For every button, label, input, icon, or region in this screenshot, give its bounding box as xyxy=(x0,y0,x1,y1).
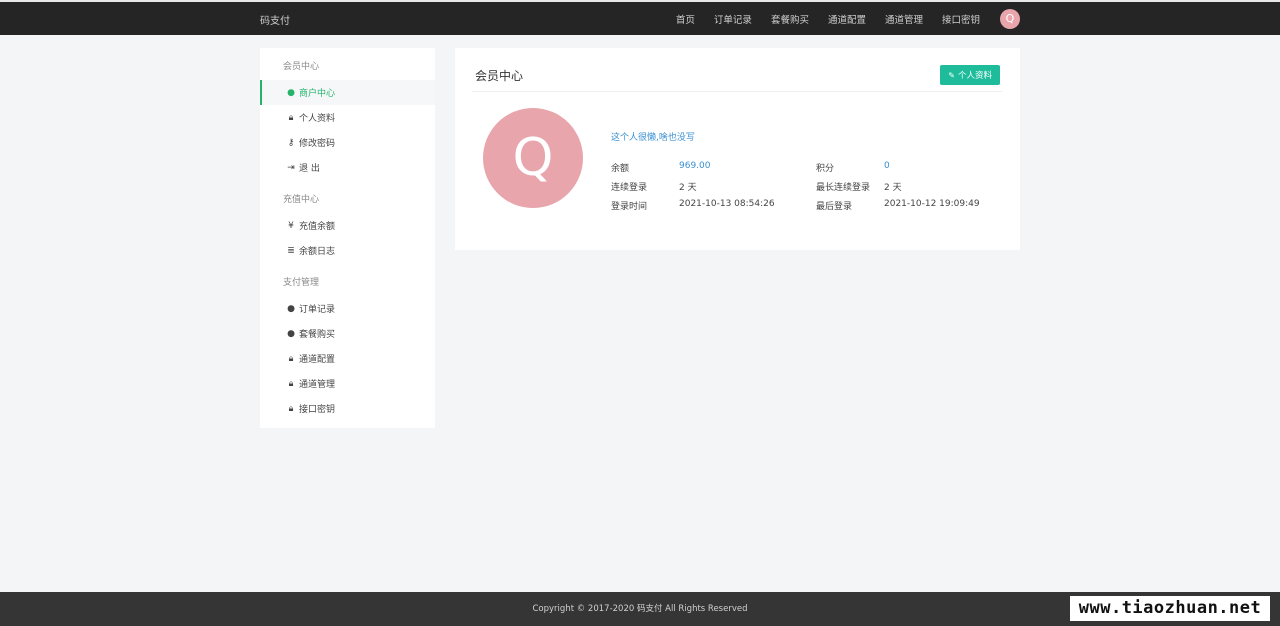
page-title: 会员中心 xyxy=(475,69,524,83)
sidebar-item-recharge[interactable]: ¥ 充值余额 xyxy=(260,213,435,238)
member-center-panel: 会员中心 ✎ 个人资料 Q 这个人很懒,啥也没写 余额 969.00 积分 0 … xyxy=(455,48,1020,250)
brand-logo[interactable]: 码支付 xyxy=(260,12,290,27)
sidebar-group-title: 充值中心 xyxy=(283,195,320,205)
nav-api-key[interactable]: 接口密钥 xyxy=(942,12,980,26)
login-time-label: 登录时间 xyxy=(611,202,648,212)
sidebar-item-label: 接口密钥 xyxy=(299,405,336,415)
key-icon: ⚷ xyxy=(287,137,295,148)
lock-icon: 🔒︎ xyxy=(288,403,294,414)
user-circle-icon: ● xyxy=(287,328,295,339)
consecutive-login-value: 2 天 xyxy=(679,183,697,193)
nav-channel-manage[interactable]: 通道管理 xyxy=(885,12,923,26)
sidebar-item-label: 修改密码 xyxy=(299,139,336,149)
sidebar-item-change-password[interactable]: ⚷ 修改密码 xyxy=(260,130,435,155)
sidebar-item-label: 个人资料 xyxy=(299,114,336,124)
last-login-value: 2021-10-12 19:09:49 xyxy=(884,199,980,209)
points-value[interactable]: 0 xyxy=(884,161,890,171)
sidebar-item-label: 套餐购买 xyxy=(299,330,336,340)
sidebar-item-channel-config[interactable]: 🔒︎ 通道配置 xyxy=(260,346,435,371)
user-circle-icon: ● xyxy=(287,303,295,314)
lock-icon: 🔒︎ xyxy=(288,353,294,364)
sidebar-item-channel-manage[interactable]: 🔒︎ 通道管理 xyxy=(260,371,435,396)
sidebar-item-label: 商户中心 xyxy=(299,89,336,99)
sidebar-item-balance-log[interactable]: ≣ 余额日志 xyxy=(260,238,435,263)
nav-home[interactable]: 首页 xyxy=(676,12,695,26)
list-icon: ≣ xyxy=(287,245,295,256)
login-time-value: 2021-10-13 08:54:26 xyxy=(679,199,775,209)
watermark: www.tiaozhuan.net xyxy=(1070,596,1270,621)
user-circle-icon: ● xyxy=(287,87,295,98)
sidebar-item-logout[interactable]: ⇥ 退 出 xyxy=(260,155,435,180)
last-login-label: 最后登录 xyxy=(816,202,853,212)
pencil-icon: ✎ xyxy=(948,70,955,80)
sidebar-item-package-purchase[interactable]: ● 套餐购买 xyxy=(260,321,435,346)
sidebar-item-order-records[interactable]: ● 订单记录 xyxy=(260,296,435,321)
points-label: 积分 xyxy=(816,164,835,174)
sidebar-item-merchant-center[interactable]: ● 商户中心 xyxy=(260,80,435,105)
user-avatar[interactable]: Q xyxy=(1000,9,1020,29)
sidebar-item-api-key[interactable]: 🔒︎ 接口密钥 xyxy=(260,396,435,421)
sidebar-item-label: 余额日志 xyxy=(299,247,336,257)
edit-profile-label: 个人资料 xyxy=(957,71,992,81)
consecutive-login-label: 连续登录 xyxy=(611,183,648,193)
sidebar-item-profile[interactable]: 🔒︎ 个人资料 xyxy=(260,105,435,130)
edit-profile-button[interactable]: ✎ 个人资料 xyxy=(940,65,1000,85)
nav-packages[interactable]: 套餐购买 xyxy=(771,12,809,26)
sidebar-group-title: 会员中心 xyxy=(283,62,320,72)
longest-login-label: 最长连续登录 xyxy=(816,183,871,193)
yen-icon: ¥ xyxy=(288,220,294,231)
balance-value[interactable]: 969.00 xyxy=(679,161,711,171)
sidebar-item-label: 退 出 xyxy=(299,164,320,174)
top-nav: 首页 订单记录 套餐购买 通道配置 通道管理 接口密钥 xyxy=(657,12,980,26)
sidebar-item-label: 通道配置 xyxy=(299,355,336,365)
sidebar-item-label: 充值余额 xyxy=(299,222,336,232)
lock-icon: 🔒︎ xyxy=(288,378,294,389)
divider xyxy=(472,91,1002,92)
longest-login-value: 2 天 xyxy=(884,183,902,193)
nav-orders[interactable]: 订单记录 xyxy=(714,12,752,26)
nav-channel-config[interactable]: 通道配置 xyxy=(828,12,866,26)
top-navbar: 码支付 首页 订单记录 套餐购买 通道配置 通道管理 接口密钥 Q xyxy=(0,0,1280,35)
sidebar-group-title: 支付管理 xyxy=(283,278,320,288)
lock-icon: 🔒︎ xyxy=(288,112,294,123)
sidebar-item-label: 订单记录 xyxy=(299,305,336,315)
sidebar: 会员中心 ● 商户中心 🔒︎ 个人资料 ⚷ 修改密码 ⇥ 退 出 充值中心 ¥ … xyxy=(260,48,435,428)
profile-avatar: Q xyxy=(483,108,583,208)
sign-out-icon: ⇥ xyxy=(287,162,295,173)
sidebar-item-label: 通道管理 xyxy=(299,380,336,390)
profile-bio[interactable]: 这个人很懒,啥也没写 xyxy=(611,130,695,143)
balance-label: 余额 xyxy=(611,164,630,174)
